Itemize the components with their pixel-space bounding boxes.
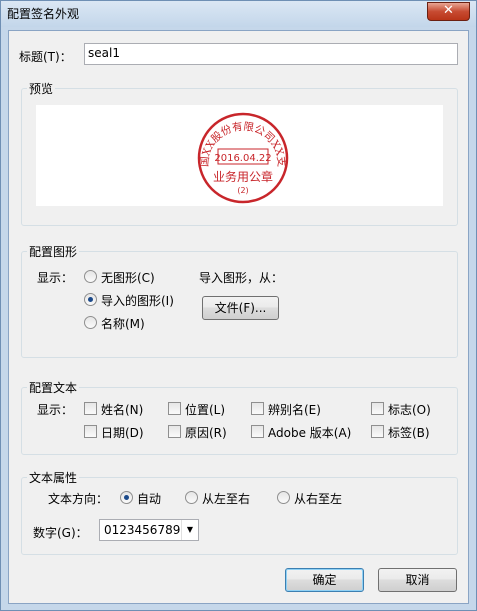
- radio-no-graphic-label: 无图形(C): [101, 271, 155, 285]
- checkbox-reason-box[interactable]: [168, 425, 181, 438]
- text-group-title: 配置文本: [27, 379, 80, 396]
- preview-group-title: 预览: [27, 80, 56, 97]
- seal-bottom-text: 业务用公章: [213, 169, 273, 184]
- cancel-button[interactable]: 取消: [378, 568, 457, 592]
- import-graphic-label: 导入图形，从：: [199, 271, 284, 285]
- radio-direction-rtl-indicator[interactable]: [277, 491, 290, 504]
- digits-select[interactable]: 0123456789 ▼: [99, 519, 199, 541]
- checkbox-location-box[interactable]: [168, 402, 181, 415]
- radio-no-graphic-indicator[interactable]: [84, 270, 97, 283]
- radio-direction-auto-label: 自动: [137, 492, 162, 506]
- digits-label: 数字(G)：: [33, 526, 88, 540]
- checkbox-logo-label: 标志(O): [388, 403, 431, 417]
- window-title: 配置签名外观: [7, 7, 80, 21]
- text-props-group: [21, 477, 458, 555]
- direction-label: 文本方向：: [48, 492, 109, 506]
- digits-select-value: 0123456789: [104, 523, 181, 537]
- radio-imported-graphic-label: 导入的图形(I): [101, 294, 174, 308]
- checkbox-date-label: 日期(D): [101, 426, 144, 440]
- radio-direction-ltr-indicator[interactable]: [185, 491, 198, 504]
- checkbox-distinguished-name-box[interactable]: [251, 402, 264, 415]
- checkbox-name-box[interactable]: [84, 402, 97, 415]
- seal-image: 中国XX股份有限公司XX支行 2016.04.22 业务用公章 (2): [36, 105, 289, 204]
- seal-number: (2): [237, 186, 248, 195]
- checkbox-distinguished-name-label: 辨别名(E): [268, 403, 321, 417]
- checkbox-label-label: 标签(B): [388, 426, 430, 440]
- graphic-display-label: 显示：: [37, 271, 74, 285]
- graphic-group-title: 配置图形: [27, 243, 80, 260]
- radio-direction-ltr-label: 从左至右: [202, 492, 251, 506]
- file-button[interactable]: 文件(F)...: [202, 296, 279, 320]
- preview-panel: 中国XX股份有限公司XX支行 2016.04.22 业务用公章 (2): [36, 105, 443, 206]
- checkbox-adobe-version-box[interactable]: [251, 425, 264, 438]
- checkbox-adobe-version-label: Adobe 版本(A): [268, 426, 352, 440]
- title-input[interactable]: seal1: [84, 43, 458, 65]
- radio-imported-graphic-indicator[interactable]: [84, 293, 97, 306]
- text-display-label: 显示：: [37, 403, 74, 417]
- checkbox-reason-label: 原因(R): [185, 426, 227, 440]
- checkbox-date-box[interactable]: [84, 425, 97, 438]
- dialog-window: 配置签名外观 ✕ 标题(T)： seal1 预览 中国XX股份有限公司XX支行: [0, 0, 477, 611]
- close-button[interactable]: ✕: [427, 2, 470, 21]
- text-props-group-title: 文本属性: [27, 469, 80, 486]
- checkbox-logo-box[interactable]: [371, 402, 384, 415]
- checkbox-name-label: 姓名(N): [101, 403, 144, 417]
- title-bar[interactable]: 配置签名外观 ✕: [1, 1, 476, 27]
- radio-name-indicator[interactable]: [84, 316, 97, 329]
- radio-name-label: 名称(M): [101, 317, 145, 331]
- checkbox-label-box[interactable]: [371, 425, 384, 438]
- text-group: [21, 387, 458, 455]
- radio-direction-rtl-label: 从右至左: [294, 492, 343, 506]
- dialog-client-area: 标题(T)： seal1 预览 中国XX股份有限公司XX支行 2016.04.2…: [8, 30, 469, 604]
- seal-date: 2016.04.22: [214, 153, 271, 164]
- checkbox-location-label: 位置(L): [185, 403, 226, 417]
- radio-direction-auto-indicator[interactable]: [120, 491, 133, 504]
- close-icon: ✕: [443, 3, 454, 18]
- ok-button[interactable]: 确定: [285, 568, 364, 592]
- title-field-label: 标题(T)：: [19, 50, 72, 64]
- chevron-down-icon[interactable]: ▼: [181, 520, 198, 540]
